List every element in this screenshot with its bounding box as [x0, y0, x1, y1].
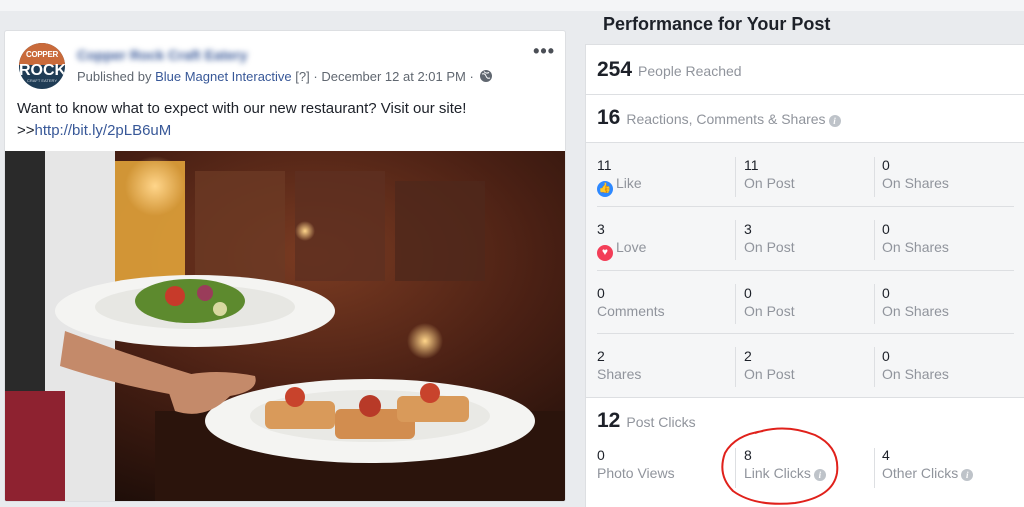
- other-clicks-label: Other Clicks: [882, 465, 959, 481]
- comments-label: Comments: [597, 303, 665, 319]
- comments-on-shares-stat: 0 On Shares: [882, 285, 949, 319]
- page-avatar[interactable]: COPPER ROCK CRAFT EATERY: [19, 43, 65, 89]
- shares-stat: 2 Shares: [597, 348, 641, 382]
- on-post-label: On Post: [744, 175, 795, 191]
- comments-on-post-count: 0: [744, 285, 752, 301]
- publisher-link[interactable]: Blue Magnet Interactive: [155, 69, 292, 84]
- avatar-text-line3: CRAFT EATERY: [26, 78, 57, 83]
- love-stat: 3 ♥ Love: [597, 221, 646, 261]
- post-photo[interactable]: [5, 151, 565, 501]
- like-icon: 👍: [597, 181, 613, 197]
- on-post-label: On Post: [744, 366, 795, 382]
- love-on-post-count: 3: [744, 221, 752, 237]
- post-date-link[interactable]: December 12 at 2:01 PM: [321, 69, 466, 84]
- shares-label: Shares: [597, 366, 642, 382]
- love-icon: ♥: [597, 245, 613, 261]
- people-reached-section: 254 People Reached: [586, 44, 1024, 94]
- love-on-shares-count: 0: [882, 221, 890, 237]
- post-message: Want to know what to expect with our new…: [17, 98, 557, 142]
- rcs-label: Reactions, Comments & Shares: [626, 111, 826, 127]
- on-shares-label: On Shares: [882, 239, 949, 255]
- like-stat: 11 👍 Like: [597, 157, 642, 197]
- post-clicks-count: 12: [597, 409, 621, 432]
- shares-on-shares-stat: 0 On Shares: [882, 348, 949, 382]
- like-count: 11: [597, 157, 612, 173]
- post-link[interactable]: http://bit.ly/2pLB6uM: [35, 122, 172, 139]
- info-icon[interactable]: i: [828, 115, 841, 127]
- shares-on-shares-count: 0: [882, 348, 890, 364]
- annotation-circle: [721, 427, 839, 505]
- shares-on-post-stat: 2 On Post: [744, 348, 795, 382]
- shares-on-post-count: 2: [744, 348, 752, 364]
- photo-views-stat: 0 Photo Views: [597, 447, 675, 481]
- on-shares-label: On Shares: [882, 303, 949, 319]
- info-icon[interactable]: i: [961, 469, 974, 481]
- love-count: 3: [597, 221, 605, 237]
- post-clicks-label: Post Clicks: [626, 414, 696, 430]
- published-by-label: Published by: [77, 69, 152, 84]
- like-on-post-stat: 11 On Post: [744, 157, 795, 191]
- globe-icon[interactable]: [480, 70, 493, 82]
- photo-views-label: Photo Views: [597, 465, 675, 481]
- like-on-shares-count: 0: [882, 157, 890, 173]
- page-name-link[interactable]: Copper Rock Craft Eatery: [77, 47, 247, 63]
- comments-stat: 0 Comments: [597, 285, 665, 319]
- help-link[interactable]: [?]: [295, 69, 309, 84]
- rcs-count: 16: [597, 106, 621, 129]
- on-post-label: On Post: [744, 303, 795, 319]
- reactions-summary-section: 16 Reactions, Comments & Shares i: [586, 94, 1024, 142]
- people-reached-label: People Reached: [638, 63, 742, 79]
- post-card: COPPER ROCK CRAFT EATERY Copper Rock Cra…: [4, 30, 566, 502]
- on-shares-label: On Shares: [882, 175, 949, 191]
- performance-title: Performance for Your Post: [603, 14, 831, 34]
- shares-count: 2: [597, 348, 605, 364]
- avatar-text-line1: COPPER: [26, 50, 58, 59]
- love-label: Love: [616, 239, 647, 255]
- meta-separator: ·: [469, 69, 474, 84]
- people-reached-count: 254: [597, 58, 633, 81]
- post-meta: Published by Blue Magnet Interactive [?]…: [77, 69, 493, 84]
- post-text-prefix: >>: [17, 122, 35, 139]
- meta-separator: ·: [313, 69, 318, 84]
- on-shares-label: On Shares: [882, 366, 949, 382]
- like-on-post-count: 11: [744, 157, 759, 173]
- love-on-shares-stat: 0 On Shares: [882, 221, 949, 255]
- comments-on-shares-count: 0: [882, 285, 890, 301]
- comments-on-post-stat: 0 On Post: [744, 285, 795, 319]
- photo-views-count: 0: [597, 447, 605, 463]
- love-on-post-stat: 3 On Post: [744, 221, 795, 255]
- on-post-label: On Post: [744, 239, 795, 255]
- other-clicks-count: 4: [882, 447, 890, 463]
- top-bar: [0, 0, 1024, 11]
- other-clicks-stat: 4 Other Clicks i: [882, 447, 974, 481]
- reactions-breakdown: 11 👍 Like 11 On Post 0 On Shares 3 ♥ Love …: [586, 142, 1024, 397]
- more-options-button[interactable]: •••: [533, 41, 555, 62]
- post-text-line1: Want to know what to expect with our new…: [17, 100, 467, 117]
- like-label: Like: [616, 175, 642, 191]
- like-on-shares-stat: 0 On Shares: [882, 157, 949, 191]
- comments-count: 0: [597, 285, 605, 301]
